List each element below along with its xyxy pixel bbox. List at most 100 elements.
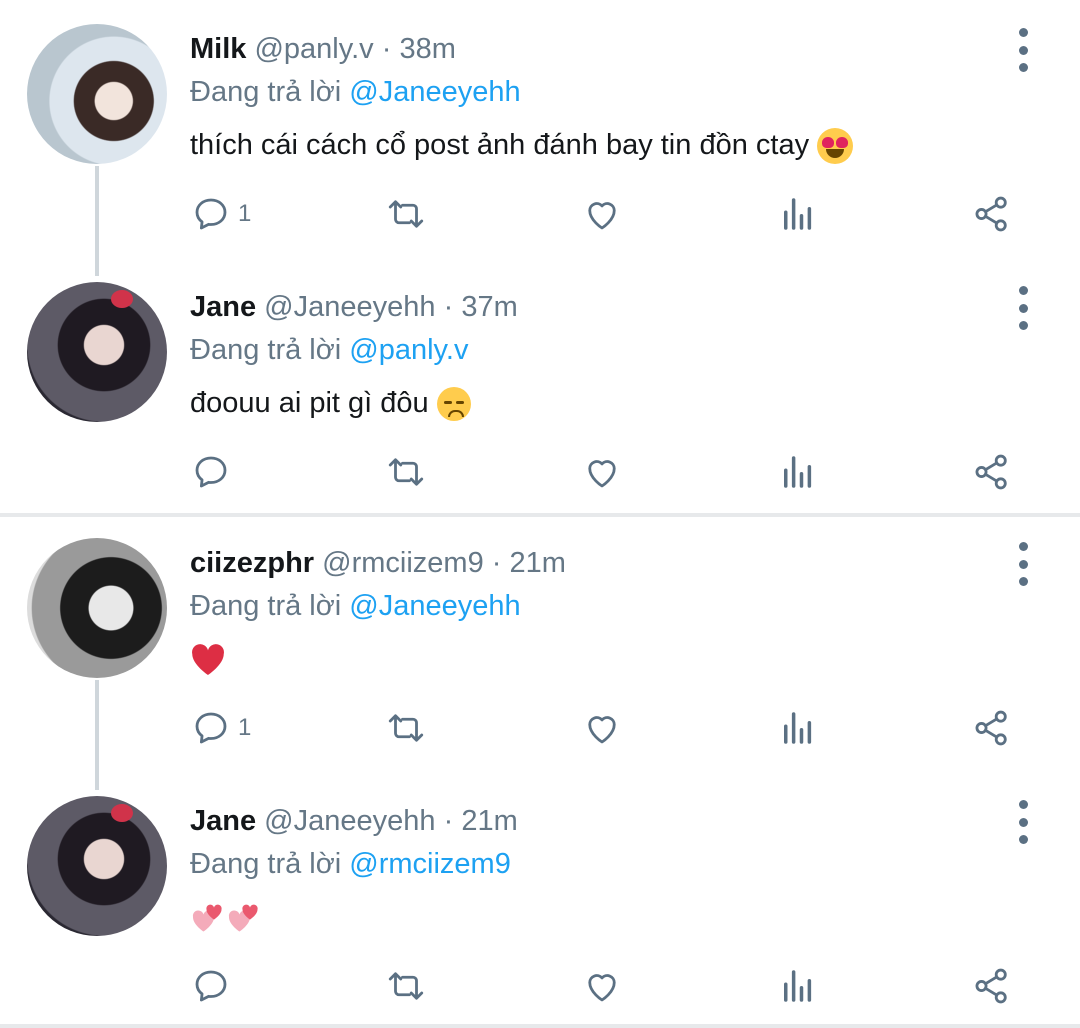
two-hearts-emoji-icon bbox=[192, 904, 222, 932]
reply-button[interactable] bbox=[190, 448, 238, 496]
timestamp[interactable]: 38m bbox=[399, 33, 455, 65]
retweet-button[interactable] bbox=[385, 704, 427, 752]
stats-icon bbox=[784, 712, 812, 744]
like-button[interactable] bbox=[581, 190, 623, 238]
stats-icon bbox=[784, 970, 812, 1002]
reply-button[interactable]: 1 bbox=[190, 704, 251, 752]
separator: · bbox=[381, 33, 392, 65]
share-icon bbox=[975, 968, 1007, 1004]
reply-icon bbox=[195, 456, 227, 488]
like-icon bbox=[588, 716, 616, 744]
share-button[interactable] bbox=[971, 704, 1013, 752]
like-icon bbox=[588, 460, 616, 488]
tweet[interactable]: ciizezphr @rmciizem9 · 21m Đang trả lời … bbox=[0, 514, 1080, 772]
mention-link[interactable]: @rmciizem9 bbox=[349, 848, 511, 880]
more-options-icon[interactable] bbox=[1006, 542, 1040, 586]
disappointed-face-emoji-icon bbox=[436, 387, 471, 422]
user-handle[interactable]: @panly.v bbox=[254, 33, 373, 65]
retweet-button[interactable] bbox=[385, 448, 427, 496]
share-button[interactable] bbox=[971, 962, 1013, 1010]
stats-button[interactable] bbox=[777, 962, 819, 1010]
share-icon bbox=[975, 710, 1007, 746]
like-icon bbox=[588, 202, 616, 230]
retweet-icon bbox=[388, 200, 424, 228]
timestamp[interactable]: 21m bbox=[461, 805, 517, 837]
tweet-text: đoouu ai pit gì đôu bbox=[190, 382, 471, 424]
tweet-text bbox=[190, 638, 226, 680]
action-bar bbox=[0, 448, 1080, 496]
retweet-button[interactable] bbox=[385, 962, 427, 1010]
mention-link[interactable]: @Janeeyehh bbox=[349, 590, 520, 622]
replying-prefix: Đang trả lời bbox=[190, 334, 342, 366]
avatar[interactable] bbox=[27, 538, 167, 678]
retweet-icon bbox=[388, 458, 424, 486]
tweet-text-content: đoouu ai pit gì đôu bbox=[190, 387, 429, 419]
avatar[interactable] bbox=[27, 796, 167, 936]
stats-button[interactable] bbox=[777, 448, 819, 496]
like-icon bbox=[588, 974, 616, 1002]
reply-icon bbox=[195, 712, 227, 744]
share-icon bbox=[975, 196, 1007, 232]
reply-icon bbox=[195, 970, 227, 1002]
reply-count: 1 bbox=[238, 200, 252, 227]
user-name[interactable]: Jane bbox=[190, 805, 256, 837]
user-handle[interactable]: @Janeeyehh bbox=[264, 291, 435, 323]
replying-to: Đang trả lời @panly.v bbox=[190, 331, 468, 369]
replying-prefix: Đang trả lời bbox=[190, 76, 342, 108]
more-options-icon[interactable] bbox=[1006, 286, 1040, 330]
like-button[interactable] bbox=[581, 448, 623, 496]
avatar[interactable] bbox=[27, 282, 167, 422]
user-name[interactable]: Jane bbox=[190, 291, 256, 323]
reply-button[interactable] bbox=[190, 962, 238, 1010]
share-button[interactable] bbox=[971, 448, 1013, 496]
replying-to: Đang trả lời @Janeeyehh bbox=[190, 587, 521, 625]
action-bar: 1 bbox=[0, 704, 1080, 752]
tweet[interactable]: Jane @Janeeyehh · 21m Đang trả lời @rmci… bbox=[0, 772, 1080, 1028]
tweet-text: thích cái cách cổ post ảnh đánh bay tin … bbox=[190, 124, 854, 166]
user-handle[interactable]: @Janeeyehh bbox=[264, 805, 435, 837]
replying-prefix: Đang trả lời bbox=[190, 848, 342, 880]
mention-link[interactable]: @Janeeyehh bbox=[349, 76, 520, 108]
tweet-header: Jane @Janeeyehh · 37m bbox=[190, 288, 518, 326]
share-button[interactable] bbox=[971, 190, 1013, 238]
stats-button[interactable] bbox=[777, 190, 819, 238]
replying-to: Đang trả lời @rmciizem9 bbox=[190, 845, 511, 883]
more-options-icon[interactable] bbox=[1006, 800, 1040, 844]
tweet-header: ciizezphr @rmciizem9 · 21m bbox=[190, 544, 566, 582]
retweet-button[interactable] bbox=[385, 190, 427, 238]
tweet[interactable]: Milk @panly.v · 38m Đang trả lời @Janeey… bbox=[0, 0, 1080, 258]
tweet-text-content: thích cái cách cổ post ảnh đánh bay tin … bbox=[190, 129, 810, 161]
stats-icon bbox=[784, 198, 812, 230]
reply-button[interactable]: 1 bbox=[190, 190, 251, 238]
avatar[interactable] bbox=[27, 24, 167, 164]
timestamp[interactable]: 37m bbox=[461, 291, 517, 323]
mention-link[interactable]: @panly.v bbox=[349, 334, 468, 366]
separator: · bbox=[443, 291, 454, 323]
action-bar: 1 bbox=[0, 190, 1080, 238]
timestamp[interactable]: 21m bbox=[510, 547, 566, 579]
tweet-header: Jane @Janeeyehh · 21m bbox=[190, 802, 518, 840]
tweet-text bbox=[190, 896, 262, 938]
heart-eyes-emoji-icon bbox=[817, 128, 854, 165]
user-handle[interactable]: @rmciizem9 bbox=[322, 547, 484, 579]
like-button[interactable] bbox=[581, 704, 623, 752]
action-bar bbox=[0, 962, 1080, 1010]
reply-count: 1 bbox=[238, 714, 252, 741]
retweet-icon bbox=[388, 714, 424, 742]
share-icon bbox=[975, 454, 1007, 490]
tweet[interactable]: Jane @Janeeyehh · 37m Đang trả lời @panl… bbox=[0, 258, 1080, 514]
tweet-header: Milk @panly.v · 38m bbox=[190, 30, 456, 68]
user-name[interactable]: ciizezphr bbox=[190, 547, 314, 579]
retweet-icon bbox=[388, 972, 424, 1000]
red-heart-emoji-icon bbox=[192, 644, 224, 676]
stats-icon bbox=[784, 456, 812, 488]
user-name[interactable]: Milk bbox=[190, 33, 246, 65]
thread-divider bbox=[0, 1024, 1080, 1028]
replying-to: Đang trả lời @Janeeyehh bbox=[190, 73, 521, 111]
separator: · bbox=[443, 805, 454, 837]
reply-icon bbox=[195, 198, 227, 230]
like-button[interactable] bbox=[581, 962, 623, 1010]
more-options-icon[interactable] bbox=[1006, 28, 1040, 72]
stats-button[interactable] bbox=[777, 704, 819, 752]
two-hearts-emoji-icon bbox=[228, 904, 258, 932]
